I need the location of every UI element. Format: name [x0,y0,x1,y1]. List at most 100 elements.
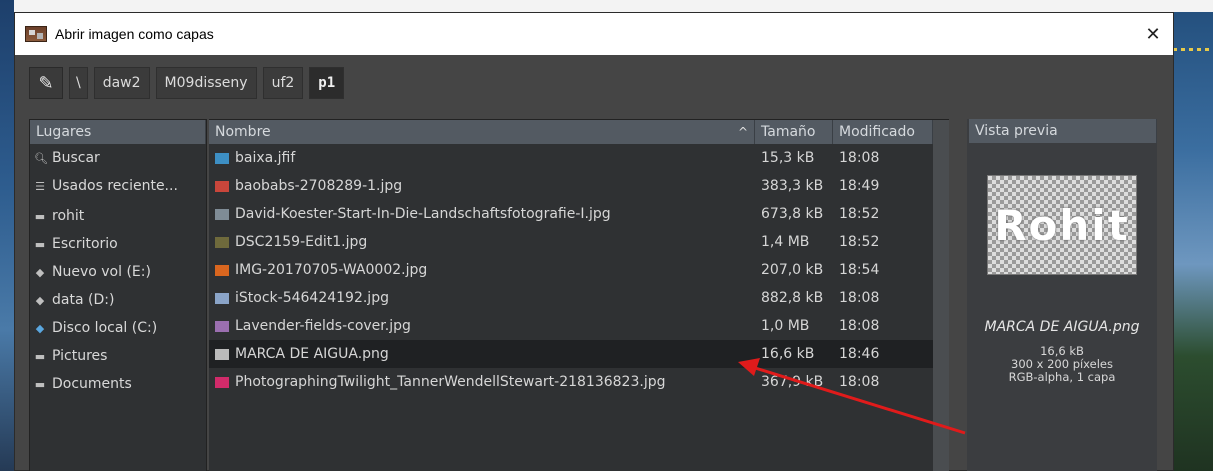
gimp-app-icon [25,26,47,42]
drive-icon: ◆ [35,293,45,307]
file-size-cell: 15,3 kB [761,150,815,166]
file-size-cell: 367,9 kB [761,374,824,390]
file-modified-cell: 18:52 [839,234,880,250]
place-item-documents[interactable]: ▬ Documents [30,370,206,398]
breadcrumb-daw2[interactable]: daw2 [93,67,150,99]
type-location-button[interactable]: ✎ [29,67,63,99]
place-label: Nuevo vol (E:) [52,264,151,280]
file-size-cell: 16,6 kB [761,346,815,362]
image-thumbnail-icon [215,320,229,332]
search-icon: 🔍︎ [34,151,48,165]
place-item-recent[interactable]: ☰ Usados reciente... [30,172,206,200]
file-size-cell: 673,8 kB [761,206,824,222]
place-item-drive-d[interactable]: ◆ data (D:) [30,286,206,314]
file-size-cell: 207,0 kB [761,262,824,278]
places-header: Lugares [30,120,206,144]
breadcrumb-uf2[interactable]: uf2 [262,67,304,99]
place-label: Disco local (C:) [52,320,158,336]
image-thumbnail-icon [215,376,229,388]
file-row[interactable]: baixa.jfif 15,3 kB 18:08 [209,144,949,172]
file-row[interactable]: MARCA DE AIGUA.png 16,6 kB 18:46 [209,340,949,368]
preview-filename: MARCA DE AIGUA.png [984,319,1140,335]
image-thumbnail-icon [215,208,229,220]
file-name-cell: iStock-546424192.jpg [209,290,755,306]
edit-icon: ✎ [38,72,54,94]
file-name-cell: IMG-20170705-WA0002.jpg [209,262,755,278]
column-size-header[interactable]: Tamaño [755,120,833,144]
file-modified-cell: 18:46 [839,346,880,362]
image-thumbnail-icon [215,236,229,248]
image-thumbnail-icon [215,348,229,360]
file-modified-cell: 18:08 [839,290,880,306]
file-modified-cell: 18:08 [839,150,880,166]
breadcrumb-p1[interactable]: p1 [309,67,345,99]
preview-header: Vista previa [969,119,1157,143]
background-right [1173,12,1213,471]
preview-thumbnail[interactable]: Rohit [987,175,1137,275]
file-name-cell: baobabs-2708289-1.jpg [209,178,755,194]
file-list: Nombre ^ Tamaño Modificado baixa.jfif 15,… [209,119,949,471]
file-row[interactable]: Lavender-fields-cover.jpg 1,0 MB 18:08 [209,312,949,340]
place-label: Pictures [52,348,108,364]
recent-icon: ☰ [35,179,45,193]
place-item-buscar[interactable]: 🔍︎ Buscar [30,144,206,172]
file-size-cell: 383,3 kB [761,178,824,194]
thumbnail-text: Rohit [994,200,1130,250]
folder-icon: ▬ [34,349,46,363]
place-item-rohit[interactable]: ▬ rohit [30,202,206,230]
folder-icon: ▬ [34,377,46,391]
dialog-titlebar: Abrir imagen como capas ✕ [15,13,1173,55]
breadcrumb-root[interactable]: \ [69,67,88,99]
place-label: Buscar [52,150,100,166]
file-size-cell: 1,0 MB [761,318,810,334]
background-left [0,0,14,471]
file-modified-cell: 18:49 [839,178,880,194]
background-top [0,0,1213,12]
sort-ascending-icon: ^ [737,125,748,139]
file-name-cell: DSC2159-Edit1.jpg [209,234,755,250]
file-modified-cell: 18:54 [839,262,880,278]
file-list-scrollbar[interactable] [933,120,949,471]
preview-panel: Vista previa Rohit MARCA DE AIGUA.png 16… [967,119,1157,471]
folder-icon: ▬ [34,237,46,251]
file-size-cell: 1,4 MB [761,234,810,250]
dialog-title: Abrir imagen como capas [55,26,214,42]
file-modified-cell: 18:52 [839,206,880,222]
place-label: Documents [52,376,132,392]
file-modified-cell: 18:08 [839,318,880,334]
file-size-cell: 882,8 kB [761,290,824,306]
file-modified-cell: 18:08 [839,374,880,390]
column-modified-header[interactable]: Modificado [833,120,933,144]
place-item-escritorio[interactable]: ▬ Escritorio [30,230,206,258]
file-row[interactable]: iStock-546424192.jpg 882,8 kB 18:08 [209,284,949,312]
file-name-cell: Lavender-fields-cover.jpg [209,318,755,334]
drive-icon: ◆ [35,265,45,279]
file-name-cell: baixa.jfif [209,150,755,166]
image-thumbnail-icon [215,152,229,164]
places-panel: Lugares 🔍︎ Buscar ☰ Usados reciente... ▬… [29,119,207,471]
image-thumbnail-icon [215,292,229,304]
place-label: Usados reciente... [52,178,178,194]
folder-icon: ▬ [34,209,46,223]
file-row[interactable]: PhotographingTwilight_TannerWendellStewa… [209,368,949,396]
file-row[interactable]: David-Koester-Start-In-Die-Landschaftsfo… [209,200,949,228]
image-thumbnail-icon [215,264,229,276]
file-row[interactable]: IMG-20170705-WA0002.jpg 207,0 kB 18:54 [209,256,949,284]
open-as-layers-dialog: Abrir imagen como capas ✕ ✎ \ daw2 M09di… [14,12,1174,471]
column-name-header[interactable]: Nombre ^ [209,120,755,144]
place-label: data (D:) [52,292,115,308]
file-name-cell: David-Koester-Start-In-Die-Landschaftsfo… [209,206,755,222]
place-label: rohit [52,208,85,224]
place-item-drive-c[interactable]: ◆ Disco local (C:) [30,314,206,342]
file-row[interactable]: DSC2159-Edit1.jpg 1,4 MB 18:52 [209,228,949,256]
file-row[interactable]: baobabs-2708289-1.jpg 383,3 kB 18:49 [209,172,949,200]
file-name-cell: PhotographingTwilight_TannerWendellStewa… [209,374,755,390]
place-item-drive-e[interactable]: ◆ Nuevo vol (E:) [30,258,206,286]
image-thumbnail-icon [215,180,229,192]
file-rows: baixa.jfif 15,3 kB 18:08 baobabs-2708289-1.… [209,144,949,396]
breadcrumb-m09disseny[interactable]: M09disseny [155,67,257,99]
place-item-pictures[interactable]: ▬ Pictures [30,342,206,370]
file-list-header: Nombre ^ Tamaño Modificado [209,120,949,144]
drive-icon: ◆ [35,321,45,335]
close-icon[interactable]: ✕ [1133,24,1173,45]
